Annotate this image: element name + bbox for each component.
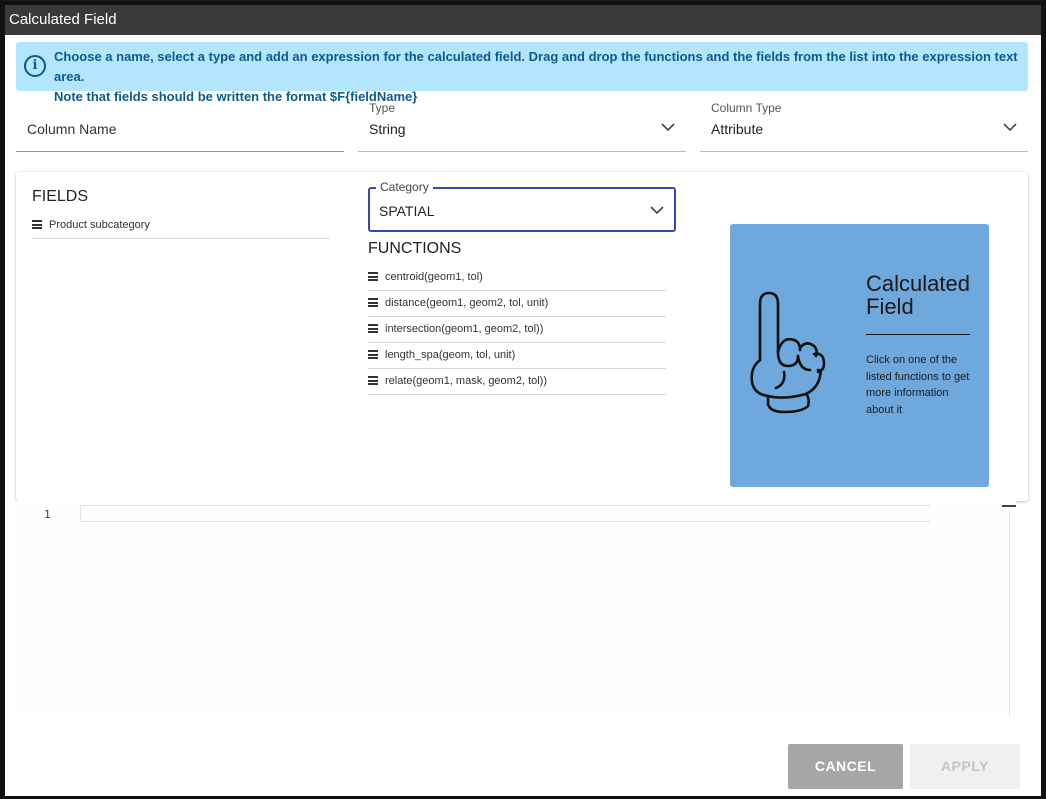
help-card-divider: [866, 334, 970, 335]
functions-title: FUNCTIONS: [368, 240, 462, 257]
column-type-value: Attribute: [711, 121, 764, 137]
chevron-down-icon: [650, 206, 664, 215]
function-item-label: centroid(geom1, tol): [385, 271, 483, 283]
pointing-hand-icon: [750, 291, 826, 414]
function-item[interactable]: intersection(geom1, geom2, tol)): [368, 317, 666, 343]
line-number: 1: [44, 508, 51, 521]
drag-handle-icon: [368, 376, 378, 385]
function-item-label: relate(geom1, mask, geom2, tol)): [385, 375, 548, 387]
column-name-underline: [16, 151, 344, 152]
function-item[interactable]: distance(geom1, geom2, tol, unit): [368, 291, 666, 317]
field-item[interactable]: Product subcategory: [32, 213, 330, 239]
column-type-underline: [700, 151, 1028, 152]
apply-button[interactable]: APPLY: [910, 744, 1020, 789]
info-text-line-1: Choose a name, select a type and add an …: [54, 49, 1018, 84]
fields-title: FIELDS: [32, 188, 89, 205]
function-item-label: length_spa(geom, tol, unit): [385, 349, 516, 361]
function-item-label: intersection(geom1, geom2, tol)): [385, 323, 544, 335]
type-underline: [358, 151, 686, 152]
drag-handle-icon: [32, 220, 42, 229]
type-select[interactable]: Type String: [358, 95, 686, 153]
editor-scrollbar-thumb[interactable]: [1002, 505, 1016, 507]
help-card-title: Calculated Field: [866, 271, 970, 319]
drag-handle-icon: [368, 272, 378, 281]
drag-handle-icon: [368, 298, 378, 307]
info-banner: i Choose a name, select a type and add a…: [16, 42, 1028, 104]
expression-line[interactable]: [80, 505, 930, 522]
drag-handle-icon: [368, 324, 378, 333]
expression-editor[interactable]: 1: [16, 501, 1016, 717]
drag-handle-icon: [368, 350, 378, 359]
type-label: Type: [369, 101, 396, 115]
info-icon: i: [24, 55, 46, 77]
type-value: String: [369, 121, 406, 137]
expression-builder-panel: FIELDS Product subcategory Category SPAT…: [16, 172, 1028, 501]
function-item-label: distance(geom1, geom2, tol, unit): [385, 297, 549, 309]
field-item-label: Product subcategory: [49, 219, 150, 231]
help-card-description: Click on one of the listed functions to …: [866, 354, 970, 416]
function-item[interactable]: centroid(geom1, tol): [368, 265, 666, 291]
chevron-down-icon: [661, 123, 675, 132]
function-item[interactable]: length_spa(geom, tol, unit): [368, 343, 666, 369]
column-name-placeholder: Column Name: [27, 121, 117, 137]
column-type-select[interactable]: Column Type Attribute: [700, 95, 1028, 153]
function-help-card: Calculated Field Click on one of the lis…: [730, 224, 989, 487]
category-label: Category: [376, 180, 433, 194]
cancel-button[interactable]: CANCEL: [788, 744, 903, 789]
column-name-field[interactable]: Column Name: [16, 95, 344, 153]
calculated-field-dialog: Calculated Field i Choose a name, select…: [0, 0, 1046, 799]
chevron-down-icon: [1003, 123, 1017, 132]
editor-scrollbar[interactable]: [1009, 509, 1010, 717]
dialog-title: Calculated Field: [5, 1, 1041, 35]
category-select[interactable]: Category SPATIAL: [368, 180, 676, 232]
function-item[interactable]: relate(geom1, mask, geom2, tol)): [368, 369, 666, 395]
column-type-label: Column Type: [711, 101, 782, 115]
category-value: SPATIAL: [379, 203, 435, 219]
